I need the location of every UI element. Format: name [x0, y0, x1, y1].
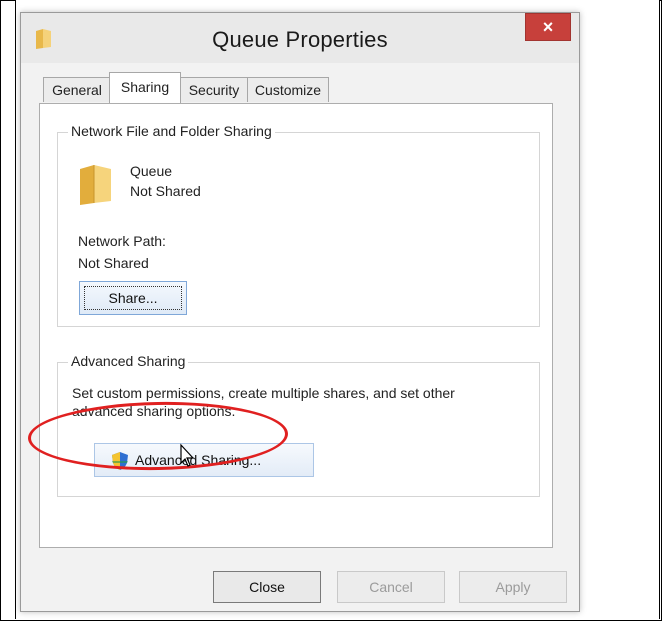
close-button[interactable]: × [525, 13, 571, 41]
network-sharing-legend: Network File and Folder Sharing [68, 123, 275, 139]
cancel-button[interactable]: Cancel [337, 571, 445, 603]
sharing-panel: Network File and Folder Sharing Queue No… [39, 103, 553, 548]
tab-sharing[interactable]: Sharing [109, 72, 181, 103]
folder-icon [80, 165, 111, 205]
network-sharing-group: Network File and Folder Sharing Queue No… [57, 123, 540, 327]
tab-customize[interactable]: Customize [247, 77, 329, 102]
mouse-pointer-icon [180, 443, 195, 467]
share-button-label: Share... [108, 290, 158, 306]
tab-general[interactable]: General [43, 77, 111, 102]
share-button[interactable]: Share... [79, 281, 187, 315]
close-dialog-button[interactable]: Close [213, 571, 321, 603]
folder-status: Not Shared [130, 183, 201, 199]
apply-button[interactable]: Apply [459, 571, 567, 603]
tab-security[interactable]: Security [179, 77, 249, 102]
title-bar: Queue Properties × [21, 13, 579, 63]
network-path-value: Not Shared [78, 255, 149, 271]
folder-name: Queue [130, 163, 173, 179]
advanced-sharing-legend: Advanced Sharing [68, 353, 189, 369]
properties-dialog: Queue Properties × General Sharing Secur… [20, 12, 580, 612]
window-title: Queue Properties [212, 27, 388, 52]
network-path-label: Network Path: [78, 233, 166, 249]
advanced-sharing-description-line1: Set custom permissions, create multiple … [72, 385, 455, 401]
